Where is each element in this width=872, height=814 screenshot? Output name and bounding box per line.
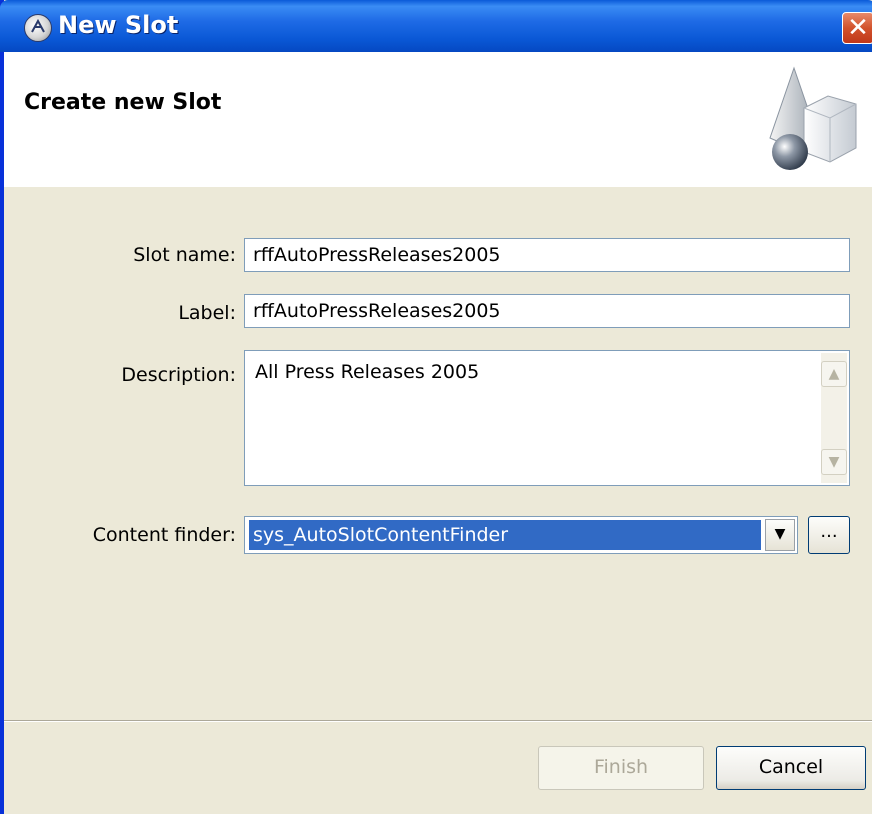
cancel-button[interactable]: Cancel	[716, 746, 866, 790]
label-label: Label:	[178, 302, 236, 324]
window-title: New Slot	[58, 11, 179, 39]
content-finder-value: sys_AutoSlotContentFinder	[249, 520, 761, 550]
description-textarea[interactable]: All Press Releases 2005 ▲ ▼	[244, 350, 850, 486]
description-scrollbar[interactable]: ▲ ▼	[821, 353, 847, 483]
description-text: All Press Releases 2005	[255, 361, 480, 383]
shapes-icon	[764, 60, 860, 182]
scroll-up-arrow-icon[interactable]: ▲	[821, 361, 847, 387]
wizard-banner: Create new Slot	[4, 52, 872, 186]
slot-name-field[interactable]: rffAutoPressReleases2005	[244, 238, 850, 272]
close-button[interactable]: ✕	[842, 12, 872, 44]
finish-button[interactable]: Finish	[538, 746, 704, 790]
slot-name-label: Slot name:	[133, 244, 236, 266]
content-finder-select[interactable]: sys_AutoSlotContentFinder ▼	[244, 516, 798, 554]
scroll-down-arrow-icon[interactable]: ▼	[821, 449, 847, 475]
footer-divider-highlight	[4, 721, 872, 722]
label-field[interactable]: rffAutoPressReleases2005	[244, 294, 850, 328]
title-bar[interactable]: New Slot ✕	[0, 0, 872, 52]
page-title: Create new Slot	[24, 90, 222, 115]
chevron-down-icon: ▼	[774, 526, 786, 542]
browse-button[interactable]: ...	[808, 516, 850, 554]
content-finder-label: Content finder:	[92, 524, 236, 546]
banner-divider	[4, 185, 872, 187]
app-logo-icon	[24, 14, 52, 42]
close-icon: ✕	[847, 13, 869, 43]
dropdown-button[interactable]: ▼	[765, 519, 795, 551]
new-slot-dialog: New Slot ✕ Create new Slot Slot name: rf…	[0, 0, 872, 814]
description-label: Description:	[121, 364, 236, 386]
